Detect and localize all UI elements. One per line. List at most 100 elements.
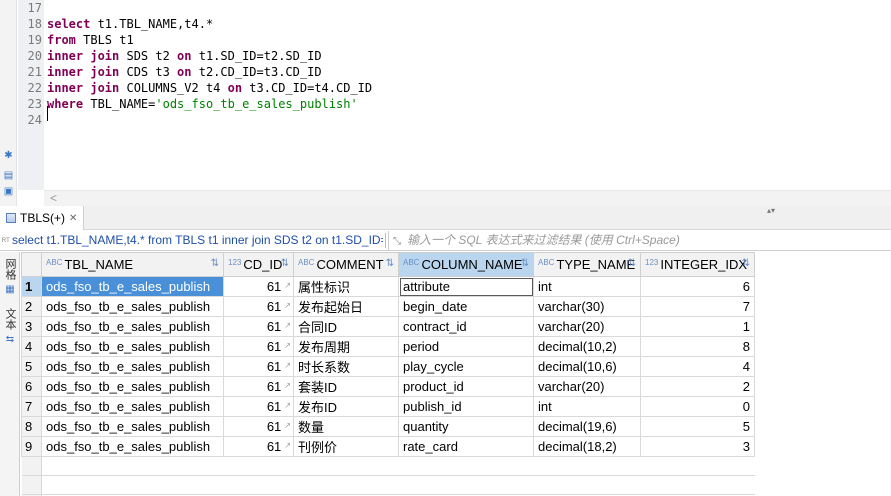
row-number[interactable]: 6: [21, 376, 42, 397]
cell-tbl-name[interactable]: ods_fso_tb_e_sales_publish: [41, 436, 224, 457]
row-number[interactable]: 4: [21, 336, 42, 357]
scroll-left-icon[interactable]: <: [50, 191, 57, 206]
row-number[interactable]: 8: [21, 416, 42, 437]
cell-cd-id[interactable]: 61 ↗: [223, 416, 294, 437]
row-number[interactable]: 5: [21, 356, 42, 377]
row-number[interactable]: 2: [21, 296, 42, 317]
cell-cd-id[interactable]: 61 ↗: [223, 376, 294, 397]
column-header-comment[interactable]: ABC COMMENT ⇅: [293, 252, 399, 277]
cell-integer-idx[interactable]: 4: [640, 356, 755, 377]
code-line[interactable]: inner join CDS t3 on t2.CD_ID=t3.CD_ID: [47, 64, 322, 80]
cell-tbl-name[interactable]: ods_fso_tb_e_sales_publish: [41, 396, 224, 417]
cell-comment[interactable]: 发布ID: [293, 396, 399, 417]
table-row[interactable]: 4 ods_fso_tb_e_sales_publish 61 ↗ 发布周期 period…: [21, 336, 755, 357]
row-number[interactable]: 3: [21, 316, 42, 337]
foreign-key-link-icon[interactable]: ↗: [284, 361, 291, 370]
grid-icon[interactable]: ▦: [4, 284, 16, 296]
execute-gear-icon[interactable]: ✱: [3, 150, 14, 161]
cell-comment[interactable]: 时长系数: [293, 356, 399, 377]
script-icon[interactable]: ▤: [3, 170, 14, 181]
cell-integer-idx[interactable]: 2: [640, 376, 755, 397]
column-header-cd-id[interactable]: 123 CD_ID ⇅: [223, 252, 294, 277]
cell-tbl-name[interactable]: ods_fso_tb_e_sales_publish: [41, 416, 224, 437]
grid-corner[interactable]: [21, 252, 42, 277]
sort-filter-icon[interactable]: ⇅: [521, 258, 529, 269]
cell-cd-id[interactable]: 61 ↗: [223, 276, 294, 297]
code-line[interactable]: where TBL_NAME='ods_fso_tb_e_sales_publi…: [47, 96, 358, 112]
close-icon[interactable]: ✕: [69, 213, 77, 224]
sort-filter-icon[interactable]: ⇅: [386, 258, 394, 269]
sql-editor[interactable]: ✱ ▤ ▣ 17 18 19 20 21 22 23 24 select t1.TBL_NAM…: [0, 0, 891, 206]
column-header-integer-idx[interactable]: 123 INTEGER_IDX ⇅: [640, 252, 755, 277]
cell-type-name[interactable]: decimal(10,6): [533, 356, 641, 377]
cell-tbl-name[interactable]: ods_fso_tb_e_sales_publish: [41, 376, 224, 397]
cell-column-name[interactable]: rate_card: [398, 436, 534, 457]
cell-type-name[interactable]: decimal(10,2): [533, 336, 641, 357]
cell-type-name[interactable]: int: [533, 276, 641, 297]
cell-type-name[interactable]: decimal(18,2): [533, 436, 641, 457]
cell-type-name[interactable]: varchar(30): [533, 296, 641, 317]
cell-integer-idx[interactable]: 5: [640, 416, 755, 437]
table-row[interactable]: 5 ods_fso_tb_e_sales_publish 61 ↗ 时长系数 play_c…: [21, 356, 755, 377]
code-line[interactable]: inner join SDS t2 on t1.SD_ID=t2.SD_ID: [47, 48, 322, 64]
cell-type-name[interactable]: varchar(20): [533, 316, 641, 337]
cell-column-name[interactable]: quantity: [398, 416, 534, 437]
cell-comment[interactable]: 发布起始日: [293, 296, 399, 317]
sort-filter-icon[interactable]: ⇅: [211, 258, 219, 269]
table-row[interactable]: 7 ods_fso_tb_e_sales_publish 61 ↗ 发布ID publis…: [21, 396, 755, 417]
foreign-key-link-icon[interactable]: ↗: [284, 441, 291, 450]
table-row[interactable]: 2 ods_fso_tb_e_sales_publish 61 ↗ 发布起始日 begin…: [21, 296, 755, 317]
code-line[interactable]: select t1.TBL_NAME,t4.*: [47, 16, 213, 32]
cell-tbl-name[interactable]: ods_fso_tb_e_sales_publish: [41, 356, 224, 377]
cell-cd-id[interactable]: 61 ↗: [223, 436, 294, 457]
cell-tbl-name[interactable]: ods_fso_tb_e_sales_publish: [41, 296, 224, 317]
cell-tbl-name[interactable]: ods_fso_tb_e_sales_publish: [41, 316, 224, 337]
cell-integer-idx[interactable]: 1: [640, 316, 755, 337]
cell-cd-id[interactable]: 61 ↗: [223, 296, 294, 317]
sort-filter-icon[interactable]: ⇅: [628, 258, 636, 269]
cell-column-name[interactable]: contract_id: [398, 316, 534, 337]
cell-type-name[interactable]: varchar(20): [533, 376, 641, 397]
cell-column-name[interactable]: attribute: [398, 276, 534, 297]
cell-comment[interactable]: 数量: [293, 416, 399, 437]
column-header-type-name[interactable]: ABC TYPE_NAME ⇅: [533, 252, 641, 277]
cell-type-name[interactable]: decimal(19,6): [533, 416, 641, 437]
query-text[interactable]: ᴿᵀ select t1.TBL_NAME,t4.* from TBLS t1 i…: [2, 231, 383, 250]
foreign-key-link-icon[interactable]: ↗: [284, 381, 291, 390]
cell-tbl-name[interactable]: ods_fso_tb_e_sales_publish: [41, 276, 224, 297]
row-number[interactable]: 9: [21, 436, 42, 457]
foreign-key-link-icon[interactable]: ↗: [284, 281, 291, 290]
maximize-panel-icon[interactable]: ▴▾: [767, 206, 775, 216]
filter-expand-icon[interactable]: ⤡: [393, 236, 401, 247]
column-header-tbl-name[interactable]: ABC TBL_NAME ⇅: [41, 252, 224, 277]
explain-plan-icon[interactable]: ▣: [3, 186, 14, 197]
table-row[interactable]: 3 ods_fso_tb_e_sales_publish 61 ↗ 合同ID contra…: [21, 316, 755, 337]
table-row[interactable]: 8 ods_fso_tb_e_sales_publish 61 ↗ 数量 quantity…: [21, 416, 755, 437]
row-number[interactable]: 1: [21, 276, 42, 297]
cell-cd-id[interactable]: 61 ↗: [223, 336, 294, 357]
cell-comment[interactable]: 属性标识: [293, 276, 399, 297]
foreign-key-link-icon[interactable]: ↗: [284, 421, 291, 430]
tab-tbls-results[interactable]: TBLS(+) ✕: [0, 206, 85, 230]
row-number[interactable]: 7: [21, 396, 42, 417]
foreign-key-link-icon[interactable]: ↗: [284, 321, 291, 330]
foreign-key-link-icon[interactable]: ↗: [284, 341, 291, 350]
cell-cd-id[interactable]: 61 ↗: [223, 316, 294, 337]
cell-column-name[interactable]: period: [398, 336, 534, 357]
column-header-column-name[interactable]: ABC COLUMN_NAME ⇅: [398, 252, 534, 277]
sort-filter-icon[interactable]: ⇅: [281, 258, 289, 269]
cell-comment[interactable]: 发布周期: [293, 336, 399, 357]
cell-integer-idx[interactable]: 7: [640, 296, 755, 317]
grid-view-button[interactable]: 网格: [4, 258, 16, 280]
code-line[interactable]: inner join COLUMNS_V2 t4 on t3.CD_ID=t4.…: [47, 80, 372, 96]
cell-integer-idx[interactable]: 3: [640, 436, 755, 457]
cell-integer-idx[interactable]: 0: [640, 396, 755, 417]
record-mode-icon[interactable]: ⇆: [4, 334, 16, 346]
foreign-key-link-icon[interactable]: ↗: [284, 401, 291, 410]
cell-type-name[interactable]: int: [533, 396, 641, 417]
cell-column-name[interactable]: product_id: [398, 376, 534, 397]
cell-comment[interactable]: 套装ID: [293, 376, 399, 397]
cell-tbl-name[interactable]: ods_fso_tb_e_sales_publish: [41, 336, 224, 357]
cell-column-name[interactable]: publish_id: [398, 396, 534, 417]
cell-cd-id[interactable]: 61 ↗: [223, 396, 294, 417]
